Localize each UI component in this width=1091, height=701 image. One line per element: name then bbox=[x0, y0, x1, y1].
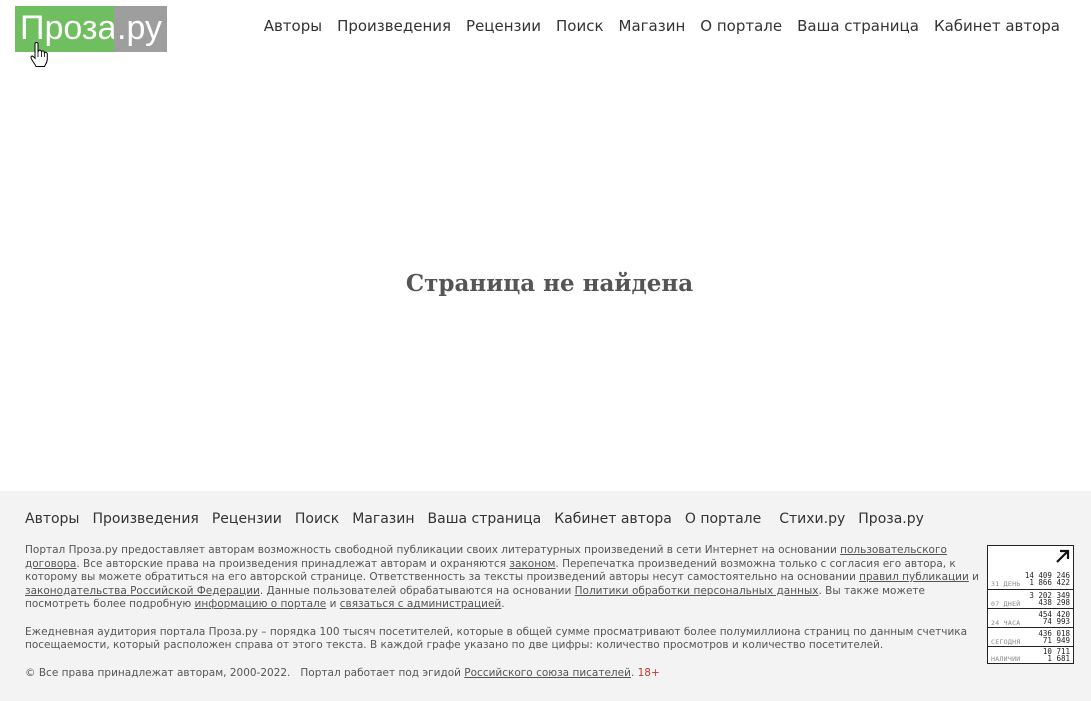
footer-nav-about[interactable]: О портале bbox=[685, 511, 761, 527]
footer-link-proza[interactable]: Проза.ру bbox=[858, 511, 924, 527]
footer-legal-paragraph: Портал Проза.ру предоставляет авторам во… bbox=[25, 544, 979, 610]
nav-works[interactable]: Произведения bbox=[337, 17, 451, 35]
portal-info-link[interactable]: информацию о портале bbox=[195, 598, 327, 610]
nav-authors[interactable]: Авторы bbox=[264, 17, 322, 35]
counter-row-online: 10 711 1 681 НАЛИЧИИ bbox=[988, 646, 1073, 664]
law-link[interactable]: законом bbox=[509, 558, 555, 570]
footer-nav-author-cabinet[interactable]: Кабинет автора bbox=[554, 511, 672, 527]
footer-navigation: Авторы Произведения Рецензии Поиск Магаз… bbox=[25, 511, 937, 527]
footer-nav-authors[interactable]: Авторы bbox=[25, 511, 80, 527]
footer-nav-shop[interactable]: Магазин bbox=[352, 511, 414, 527]
rf-legislation-link[interactable]: законодательства Российской Федерации bbox=[25, 585, 260, 597]
hand-pointer-icon bbox=[30, 42, 48, 67]
counter-row-7-days: 3 202 349 438 298 07 ДНЕЙ bbox=[988, 589, 1073, 609]
footer: Авторы Произведения Рецензии Поиск Магаз… bbox=[0, 491, 1091, 701]
counter-row-31-days: 14 409 246 1 866 422 31 ДЕНЬ bbox=[991, 571, 1070, 589]
nav-your-page[interactable]: Ваша страница bbox=[797, 17, 919, 35]
visit-counter[interactable]: 14 409 246 1 866 422 31 ДЕНЬ 3 202 349 4… bbox=[987, 545, 1074, 664]
nav-shop[interactable]: Магазин bbox=[619, 17, 686, 35]
writers-union-link[interactable]: Российского союза писателей bbox=[464, 667, 631, 679]
privacy-policy-link[interactable]: Политики обработки персональных данных bbox=[575, 585, 819, 597]
footer-nav-search[interactable]: Поиск bbox=[295, 511, 339, 527]
nav-author-cabinet[interactable]: Кабинет автора bbox=[934, 17, 1060, 35]
page-not-found-heading: Страница не найдена bbox=[405, 270, 694, 297]
top-navigation: Авторы Произведения Рецензии Поиск Магаз… bbox=[264, 17, 1060, 35]
footer-nav-works[interactable]: Произведения bbox=[93, 511, 199, 527]
footer-copyright: © Все права принадлежат авторам, 2000-20… bbox=[25, 666, 660, 679]
footer-text: Портал Проза.ру предоставляет авторам во… bbox=[25, 544, 980, 694]
nav-reviews[interactable]: Рецензии bbox=[466, 17, 541, 35]
nav-search[interactable]: Поиск bbox=[556, 17, 604, 35]
publication-rules-link[interactable]: правил публикации bbox=[859, 571, 969, 583]
counter-row-today: 436 018 71 949 СЕГОДНЯ bbox=[988, 627, 1073, 647]
counter-row-24-hours: 454 420 74 993 24 ЧАСА bbox=[988, 608, 1073, 628]
footer-audience-paragraph: Ежедневная аудитория портала Проза.ру – … bbox=[25, 625, 968, 652]
contact-admin-link[interactable]: связаться с администрацией bbox=[340, 598, 502, 610]
footer-nav-your-page[interactable]: Ваша страница bbox=[428, 511, 542, 527]
nav-about[interactable]: О портале bbox=[700, 17, 782, 35]
logo-text-domain: .ру bbox=[114, 6, 167, 52]
age-rating-badge: 18+ bbox=[637, 666, 660, 679]
footer-nav-reviews[interactable]: Рецензии bbox=[212, 511, 282, 527]
footer-link-stihi[interactable]: Стихи.ру bbox=[779, 511, 845, 527]
